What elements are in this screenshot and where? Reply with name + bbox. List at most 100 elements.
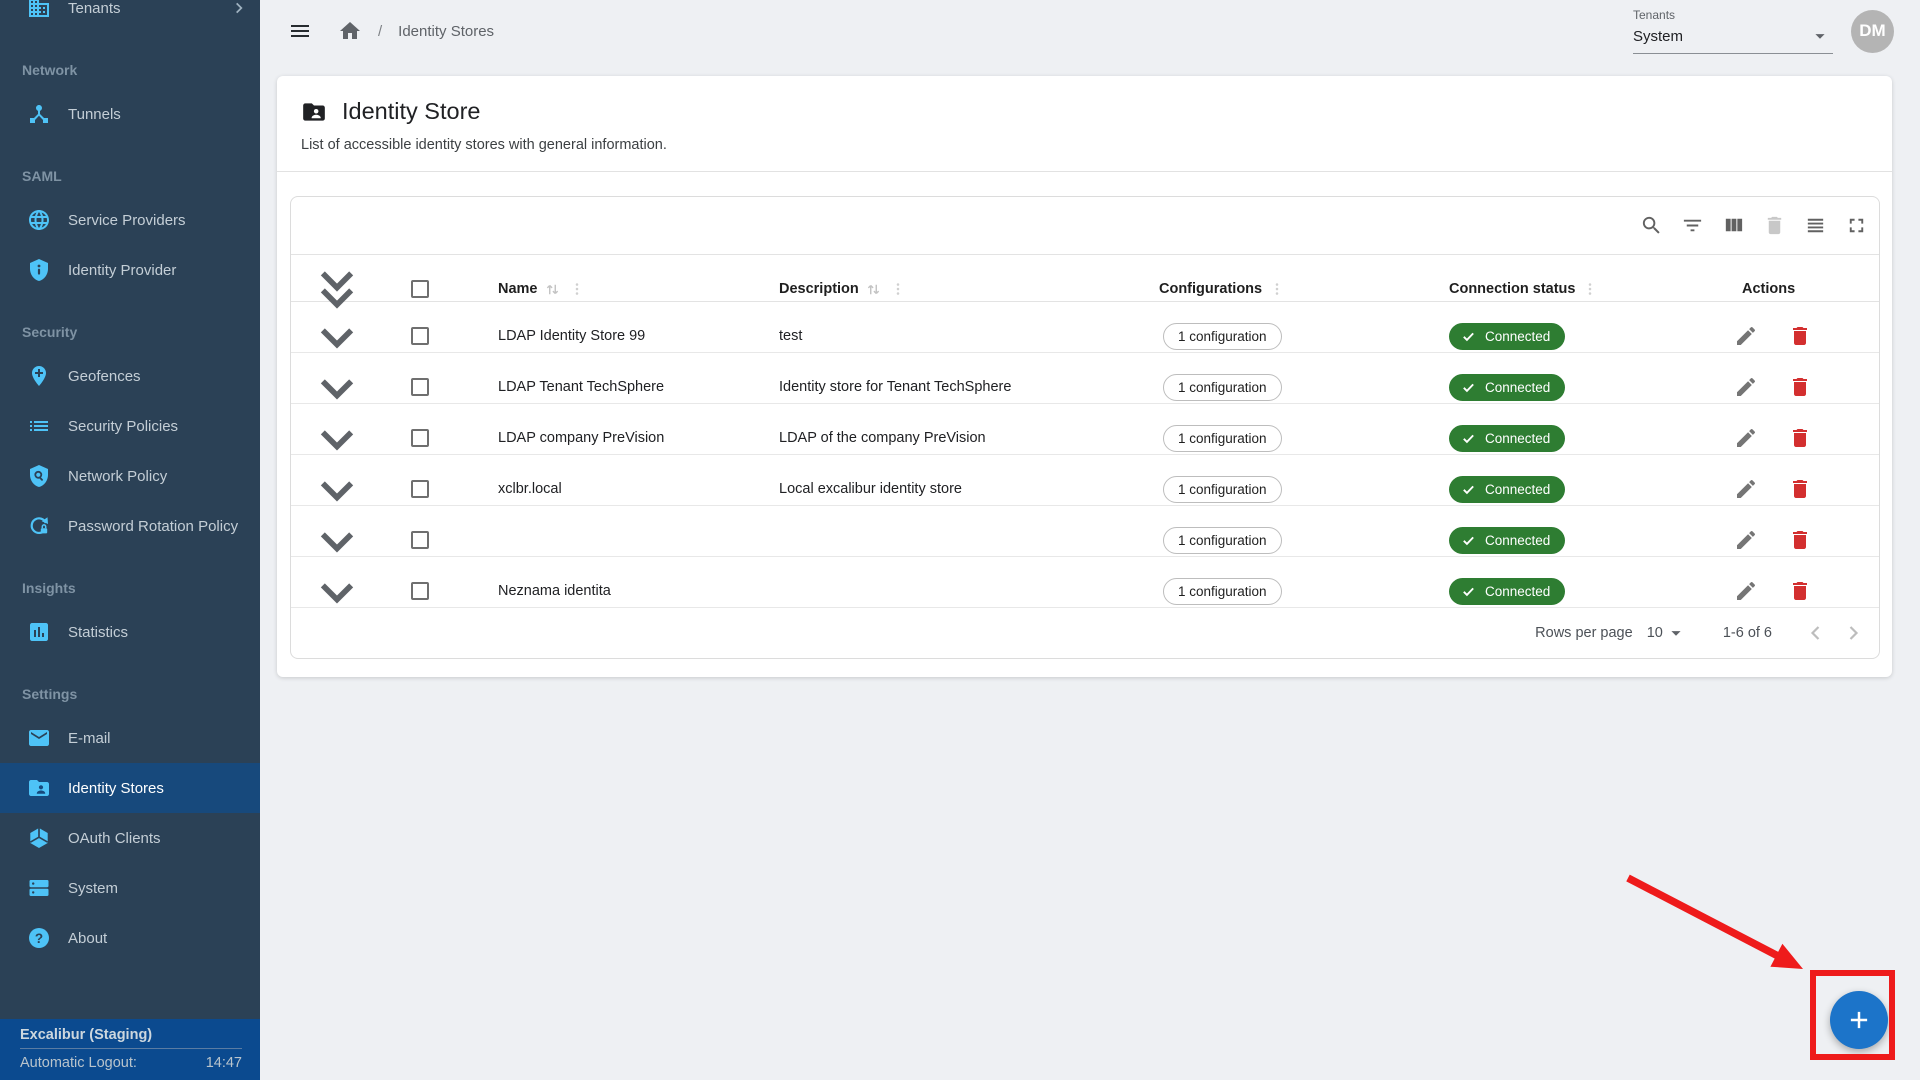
delete-button[interactable] bbox=[1788, 579, 1812, 603]
check-icon bbox=[1461, 584, 1476, 599]
page-subtitle: List of accessible identity stores with … bbox=[301, 137, 1868, 153]
rows-per-page-value: 10 bbox=[1647, 625, 1663, 641]
sidebar-item-e-mail[interactable]: E-mail bbox=[0, 713, 260, 763]
column-menu-icon[interactable] bbox=[889, 280, 907, 298]
check-icon bbox=[1461, 431, 1476, 446]
breadcrumb-separator: / bbox=[378, 23, 382, 40]
sidebar-item-identity-provider[interactable]: Identity Provider bbox=[0, 245, 260, 295]
expand-row-icon[interactable] bbox=[303, 557, 371, 625]
chevron-right-icon bbox=[232, 1, 246, 15]
check-icon bbox=[1461, 533, 1476, 548]
table-footer: Rows per page 10 1-6 of 6 bbox=[291, 608, 1879, 658]
shield-info-icon bbox=[27, 258, 51, 282]
sidebar-sections: NetworkTunnelsSAMLService ProvidersIdent… bbox=[0, 51, 260, 963]
bar-chart-icon bbox=[27, 620, 51, 644]
previous-page-button[interactable] bbox=[1804, 621, 1828, 645]
column-header-name[interactable]: Name bbox=[498, 280, 779, 299]
table-row: LDAP company PreVisionLDAP of the compan… bbox=[291, 404, 1879, 455]
sidebar-item-label: Tenants bbox=[68, 0, 232, 17]
edit-button[interactable] bbox=[1734, 528, 1758, 552]
card-header: Identity Store List of accessible identi… bbox=[277, 76, 1892, 171]
breadcrumb-current: Identity Stores bbox=[398, 23, 494, 40]
caret-down-icon bbox=[1665, 622, 1687, 644]
table-row: 1 configurationConnected bbox=[291, 506, 1879, 557]
table-toolbar bbox=[291, 197, 1879, 254]
connection-status-badge: Connected bbox=[1449, 374, 1565, 401]
edit-button[interactable] bbox=[1734, 324, 1758, 348]
sidebar-item-statistics[interactable]: Statistics bbox=[0, 607, 260, 657]
rows-per-page-select[interactable]: 10 bbox=[1647, 622, 1687, 644]
row-checkbox[interactable] bbox=[411, 378, 429, 396]
sidebar-item-password-rotation-policy[interactable]: Password Rotation Policy bbox=[0, 501, 260, 551]
column-menu-icon[interactable] bbox=[568, 280, 586, 298]
column-menu-icon[interactable] bbox=[1581, 280, 1599, 298]
avatar[interactable]: DM bbox=[1851, 10, 1894, 53]
configurations-chip: 1 configuration bbox=[1163, 476, 1282, 503]
pagination-range: 1-6 of 6 bbox=[1723, 625, 1772, 641]
edit-button[interactable] bbox=[1734, 477, 1758, 501]
auto-logout-value: 14:47 bbox=[206, 1055, 242, 1071]
list-icon bbox=[27, 414, 51, 438]
hamburger-menu-icon[interactable] bbox=[288, 19, 312, 43]
add-identity-store-button[interactable] bbox=[1830, 991, 1888, 1049]
edit-button[interactable] bbox=[1734, 426, 1758, 450]
row-description: test bbox=[779, 328, 1159, 344]
filter-button[interactable] bbox=[1681, 214, 1704, 237]
delete-button[interactable] bbox=[1788, 426, 1812, 450]
row-checkbox[interactable] bbox=[411, 429, 429, 447]
sidebar-item-system[interactable]: System bbox=[0, 863, 260, 913]
connection-status-badge: Connected bbox=[1449, 323, 1565, 350]
sort-icon bbox=[864, 280, 883, 299]
sidebar-item-network-policy[interactable]: Network Policy bbox=[0, 451, 260, 501]
sidebar-footer: Excalibur (Staging) Automatic Logout: 14… bbox=[0, 1019, 260, 1080]
column-header-description[interactable]: Description bbox=[779, 280, 1159, 299]
main-area: / Identity Stores Tenants System DM Iden… bbox=[260, 0, 1920, 1080]
column-header-configurations: Configurations bbox=[1159, 280, 1449, 298]
table-row: xclbr.localLocal excalibur identity stor… bbox=[291, 455, 1879, 506]
pin-plus-icon bbox=[27, 364, 51, 388]
globe-icon bbox=[27, 208, 51, 232]
delete-button[interactable] bbox=[1788, 528, 1812, 552]
delete-button[interactable] bbox=[1788, 324, 1812, 348]
configurations-chip: 1 configuration bbox=[1163, 425, 1282, 452]
mail-icon bbox=[27, 726, 51, 750]
edit-button[interactable] bbox=[1734, 579, 1758, 603]
plus-icon bbox=[1846, 1007, 1872, 1033]
sidebar-item-identity-stores[interactable]: Identity Stores bbox=[0, 763, 260, 813]
sidebar-item-oauth-clients[interactable]: OAuth Clients bbox=[0, 813, 260, 863]
fullscreen-button[interactable] bbox=[1845, 214, 1868, 237]
row-checkbox[interactable] bbox=[411, 582, 429, 600]
home-icon[interactable] bbox=[338, 19, 362, 43]
sidebar-nav: Tenants NetworkTunnelsSAMLService Provid… bbox=[0, 0, 260, 1019]
edit-button[interactable] bbox=[1734, 375, 1758, 399]
table-header-row: NameDescriptionConfigurationsConnection … bbox=[291, 254, 1879, 302]
shield-search-icon bbox=[27, 464, 51, 488]
connection-status-badge: Connected bbox=[1449, 578, 1565, 605]
sidebar-item-geofences[interactable]: Geofences bbox=[0, 351, 260, 401]
columns-button[interactable] bbox=[1722, 214, 1745, 237]
row-checkbox[interactable] bbox=[411, 531, 429, 549]
delete-button[interactable] bbox=[1788, 477, 1812, 501]
sidebar-item-tenants[interactable]: Tenants bbox=[0, 0, 260, 33]
delete-button[interactable] bbox=[1788, 375, 1812, 399]
tenant-select[interactable]: Tenants System bbox=[1633, 8, 1833, 54]
auto-logout-label: Automatic Logout: bbox=[20, 1055, 137, 1071]
card-divider bbox=[277, 171, 1892, 172]
page-title: Identity Store bbox=[342, 98, 480, 125]
sidebar-item-about[interactable]: ?About bbox=[0, 913, 260, 963]
app-environment-name: Excalibur (Staging) bbox=[20, 1027, 242, 1048]
row-checkbox[interactable] bbox=[411, 480, 429, 498]
sidebar-item-security-policies[interactable]: Security Policies bbox=[0, 401, 260, 451]
caret-down-icon bbox=[1809, 25, 1831, 47]
storage-icon bbox=[27, 876, 51, 900]
density-button[interactable] bbox=[1804, 214, 1827, 237]
row-name: LDAP company PreVision bbox=[498, 430, 779, 446]
column-menu-icon[interactable] bbox=[1268, 280, 1286, 298]
select-all-checkbox[interactable] bbox=[411, 280, 429, 298]
search-button[interactable] bbox=[1640, 214, 1663, 237]
next-page-button[interactable] bbox=[1841, 621, 1865, 645]
sidebar-item-service-providers[interactable]: Service Providers bbox=[0, 195, 260, 245]
row-checkbox[interactable] bbox=[411, 327, 429, 345]
sidebar-item-tunnels[interactable]: Tunnels bbox=[0, 89, 260, 139]
identity-store-card: Identity Store List of accessible identi… bbox=[277, 76, 1892, 677]
